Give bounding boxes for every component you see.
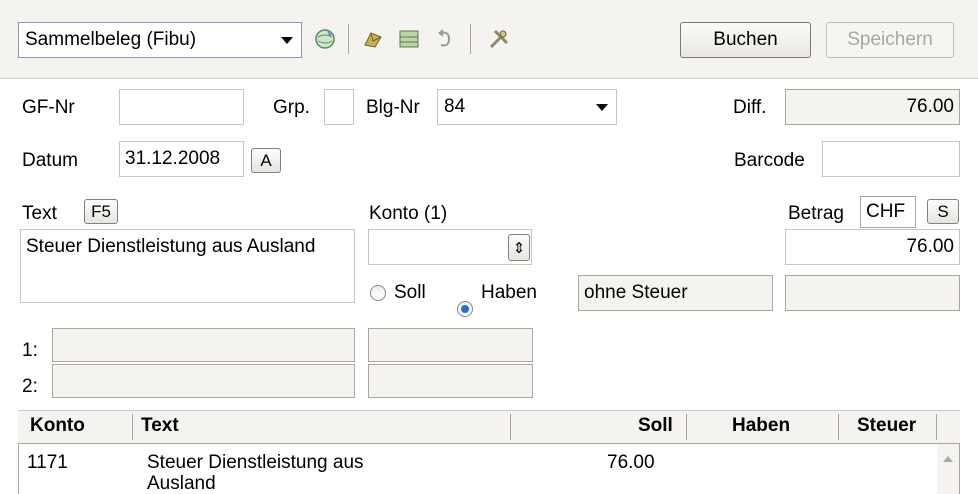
amount-input[interactable]: 76.00 [785,229,960,265]
column-separator[interactable] [936,414,937,440]
currency-field[interactable]: CHF [860,196,916,228]
diff-value: 76.00 [906,96,954,117]
post-button-label: Buchen [713,29,778,50]
globe-icon[interactable] [312,26,338,52]
chevron-down-icon [596,104,608,111]
column-header-text[interactable]: Text [141,415,179,437]
text-label: Text [22,203,57,224]
undo-icon[interactable] [432,26,458,52]
gf-nr-label: GF-Nr [22,97,75,118]
row-text: Steuer Dienstleistung aus Ausland [147,452,364,494]
print-icon[interactable] [396,26,422,52]
column-separator[interactable] [838,414,839,440]
tools-icon[interactable] [486,26,512,52]
soll-radio[interactable] [370,285,386,301]
diff-field: 76.00 [785,89,960,125]
grp-label: Grp. [273,97,310,118]
vertical-scrollbar[interactable] [937,444,959,494]
blg-nr-dropdown[interactable]: 84 [437,89,617,125]
datum-value: 31.12.2008 [125,148,221,169]
bookmark-icon[interactable] [360,26,386,52]
blg-nr-value: 84 [444,96,466,117]
document-type-value: Sammelbeleg (Fibu) [25,29,197,50]
konto-spinner-button[interactable]: ⇕ [508,234,530,261]
datum-label: Datum [22,150,78,171]
tax-value: ohne Steuer [584,282,688,303]
currency-value: CHF [866,201,906,222]
konto-label: Konto (1) [369,203,448,224]
line2-field-a [52,364,355,398]
column-separator[interactable] [510,414,511,440]
post-button[interactable]: Buchen [680,22,811,58]
document-type-dropdown[interactable]: Sammelbeleg (Fibu) [18,22,302,58]
line2-label: 2: [22,376,38,397]
save-button[interactable]: Speichern [826,22,954,58]
save-button-label: Speichern [847,29,933,50]
blg-nr-label: Blg-Nr [366,97,420,118]
scroll-up-icon[interactable] [943,456,953,462]
column-header-steuer[interactable]: Steuer [857,415,916,437]
datum-shortcut-label: A [260,150,272,170]
column-header-haben[interactable]: Haben [732,415,790,437]
table-row[interactable]: 1171 Steuer Dienstleistung aus Ausland 7… [19,444,936,494]
haben-label: Haben [481,282,537,303]
datum-input[interactable]: 31.12.2008 [119,141,244,177]
row-soll: 76.00 [607,452,655,473]
haben-radio[interactable] [457,301,473,317]
chevron-down-icon [281,37,293,44]
text-shortcut-label: F5 [91,201,111,221]
barcode-input[interactable] [822,141,960,177]
tax-field: ohne Steuer [578,275,773,311]
row-konto: 1171 [27,452,68,473]
amount-value: 76.00 [906,236,954,257]
line1-field-b [368,328,533,362]
line1-label: 1: [22,340,38,361]
grp-input[interactable] [324,89,354,125]
currency-select-button[interactable]: S [927,199,959,224]
updown-icon: ⇕ [512,239,526,257]
amount-secondary-field [785,275,960,311]
text-value: Steuer Dienstleistung aus Ausland [26,236,316,257]
toolbar-separator [470,24,471,54]
line1-field-a [52,328,355,362]
column-header-soll[interactable]: Soll [638,415,673,437]
column-header-konto[interactable]: Konto [30,415,85,437]
soll-label: Soll [394,282,426,303]
toolbar-separator [348,24,349,54]
text-shortcut-button[interactable]: F5 [84,199,118,224]
diff-label: Diff. [733,97,767,118]
text-textarea[interactable]: Steuer Dienstleistung aus Ausland [20,229,355,303]
datum-shortcut-button[interactable]: A [251,148,281,173]
barcode-label: Barcode [734,150,805,171]
line2-field-b [368,364,533,398]
gf-nr-input[interactable] [119,89,244,125]
currency-select-label: S [937,201,949,221]
column-separator[interactable] [132,414,133,440]
betrag-label: Betrag [788,203,844,224]
column-separator[interactable] [686,414,687,440]
